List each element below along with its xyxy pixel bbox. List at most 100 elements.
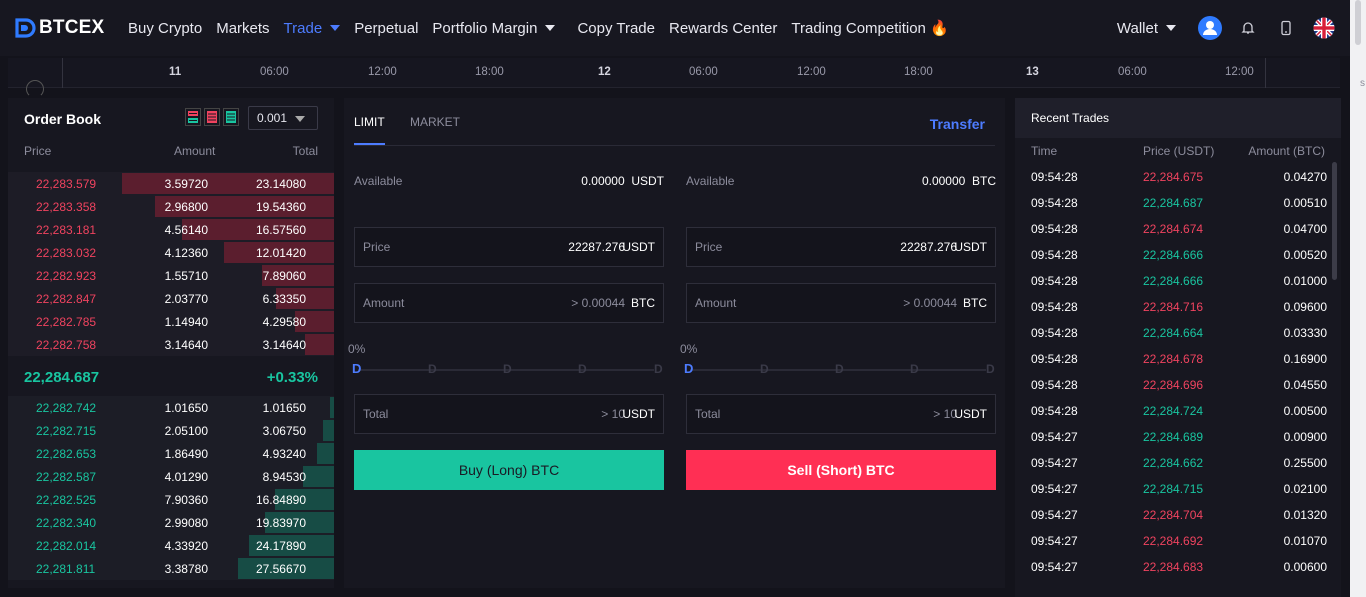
bid-row[interactable]: 22,281.811 3.38780 27.56670 — [8, 557, 334, 580]
trade-price: 22,284.696 — [1143, 378, 1204, 392]
ask-row[interactable]: 22,282.847 2.03770 6.33350 — [8, 287, 334, 310]
nav-item-markets[interactable]: Markets — [216, 20, 269, 37]
ask-row[interactable]: 22,282.785 1.14940 4.29580 — [8, 310, 334, 333]
bell-icon[interactable] — [1236, 16, 1260, 40]
amount-slider[interactable]: 0% D D D D D — [680, 342, 996, 378]
nav-item-buy-crypto[interactable]: Buy Crypto — [128, 20, 202, 37]
ask-row[interactable]: 22,282.923 1.55710 7.89060 — [8, 264, 334, 287]
bid-row[interactable]: 22,282.014 4.33920 24.17890 — [8, 534, 334, 557]
bid-row[interactable]: 22,282.742 1.01650 1.01650 — [8, 396, 334, 419]
trade-amount: 0.00520 — [1283, 248, 1327, 262]
bid-price: 22,282.014 — [36, 539, 97, 553]
bid-row[interactable]: 22,282.587 4.01290 8.94530 — [8, 465, 334, 488]
wallet-menu[interactable]: Wallet — [1117, 20, 1176, 37]
time-axis-day-label: 11 — [169, 66, 182, 78]
price-field[interactable]: Price 22287.276 USDT — [354, 227, 664, 267]
amount-field[interactable]: Amount > 0.00044 BTC — [354, 283, 664, 323]
avatar-icon[interactable] — [1198, 16, 1222, 40]
slider-step-100[interactable]: D — [986, 362, 996, 376]
trade-time: 09:54:27 — [1031, 456, 1078, 470]
amount-slider[interactable]: 0% D D D D D — [348, 342, 664, 378]
bid-total: 19.83970 — [255, 516, 306, 530]
bid-row[interactable]: 22,282.340 2.99080 19.83970 — [8, 511, 334, 534]
nav-item-trade[interactable]: Trade — [284, 20, 341, 37]
uk-flag-icon[interactable] — [1312, 16, 1336, 40]
slider-step-75[interactable]: D — [910, 362, 920, 376]
amount-placeholder: > 0.00044 — [571, 296, 625, 310]
price-field[interactable]: Price 22287.276 USDT — [686, 227, 996, 267]
total-field[interactable]: Total > 10 USDT — [686, 394, 996, 434]
trade-amount: 0.01070 — [1283, 534, 1327, 548]
ask-total: 23.14080 — [255, 177, 306, 191]
ask-amount: 1.55710 — [164, 269, 208, 283]
nav-item-portfolio-margin[interactable]: Portfolio Margin — [432, 20, 556, 37]
bid-amount: 2.99080 — [164, 516, 208, 530]
bid-total: 24.17890 — [255, 539, 306, 553]
slider-handle[interactable]: D — [684, 362, 694, 376]
bid-total: 1.01650 — [262, 401, 306, 415]
page-scrollbar[interactable] — [1350, 0, 1366, 597]
trade-row: 09:54:27 22,284.692 0.01070 — [1015, 528, 1331, 554]
order-book-title: Order Book — [24, 111, 102, 127]
amount-field[interactable]: Amount > 0.00044 BTC — [686, 283, 996, 323]
nav-item-copy-trade[interactable]: Copy Trade — [577, 20, 655, 37]
trade-time: 09:54:27 — [1031, 508, 1078, 522]
btcex-logo-icon — [14, 17, 36, 39]
nav-right: Wallet — [1117, 0, 1336, 56]
trade-price: 22,284.674 — [1143, 222, 1204, 236]
ask-row[interactable]: 22,283.579 3.59720 23.14080 — [8, 172, 334, 195]
precision-select[interactable]: 0.001 — [248, 106, 318, 130]
total-unit: USDT — [622, 407, 655, 421]
trade-price: 22,284.666 — [1143, 274, 1204, 288]
bid-amount: 1.01650 — [164, 401, 208, 415]
buy-long-button[interactable]: Buy (Long) BTC — [354, 450, 664, 490]
recent-trades-scrollbar[interactable] — [1332, 162, 1337, 280]
bid-row[interactable]: 22,282.525 7.90360 16.84890 — [8, 488, 334, 511]
trade-time: 09:54:28 — [1031, 248, 1078, 262]
page-scrollbar-thumb[interactable] — [1355, 0, 1361, 45]
nav-item-trading-competition[interactable]: Trading Competition 🔥 — [791, 19, 948, 37]
logo[interactable]: BTCEX — [14, 17, 114, 39]
slider-step-25[interactable]: D — [760, 362, 770, 376]
last-price-row: 22,284.687 +0.33% — [8, 356, 334, 400]
nav-item-perpetual[interactable]: Perpetual — [354, 20, 418, 37]
bid-price: 22,282.715 — [36, 424, 97, 438]
trade-panel: LIMIT MARKET Transfer Available 0.00000 … — [344, 98, 1005, 588]
bid-total: 3.06750 — [262, 424, 306, 438]
slider-step-50[interactable]: D — [503, 362, 513, 376]
recent-trades: Recent Trades Time Price (USDT) Amount (… — [1015, 98, 1341, 597]
mobile-icon[interactable] — [1274, 16, 1298, 40]
available-unit: BTC — [972, 174, 996, 188]
bid-row[interactable]: 22,282.715 2.05100 3.06750 — [8, 419, 334, 442]
total-field[interactable]: Total > 10 USDT — [354, 394, 664, 434]
bid-row[interactable]: 22,282.653 1.86490 4.93240 — [8, 442, 334, 465]
trade-time: 09:54:27 — [1031, 482, 1078, 496]
view-bids-icon[interactable] — [223, 108, 239, 126]
nav-item-label: Copy Trade — [577, 19, 655, 37]
sell-short-button[interactable]: Sell (Short) BTC — [686, 450, 996, 490]
trade-row: 09:54:28 22,284.716 0.09600 — [1015, 294, 1331, 320]
trade-amount: 0.00510 — [1283, 196, 1327, 210]
ask-row[interactable]: 22,283.358 2.96800 19.54360 — [8, 195, 334, 218]
slider-step-50[interactable]: D — [835, 362, 845, 376]
view-asks-icon[interactable] — [204, 108, 220, 126]
nav-item-rewards-center[interactable]: Rewards Center — [669, 20, 777, 37]
trade-amount: 0.04270 — [1283, 170, 1327, 184]
bid-amount: 7.90360 — [164, 493, 208, 507]
ask-row[interactable]: 22,282.758 3.14640 3.14640 — [8, 333, 334, 356]
slider-step-25[interactable]: D — [428, 362, 438, 376]
bid-amount: 4.33920 — [164, 539, 208, 553]
view-both-icon[interactable] — [185, 108, 201, 126]
divider — [1265, 58, 1266, 88]
slider-step-75[interactable]: D — [578, 362, 588, 376]
slider-step-100[interactable]: D — [654, 362, 664, 376]
available-value: 0.00000 — [921, 174, 966, 188]
bid-total: 27.56670 — [255, 562, 306, 576]
ask-row[interactable]: 22,283.032 4.12360 12.01420 — [8, 241, 334, 264]
last-price: 22,284.687 — [24, 369, 100, 386]
price-header: Price (USDT) — [1143, 144, 1215, 158]
slider-handle[interactable]: D — [352, 362, 362, 376]
ask-row[interactable]: 22,283.181 4.56140 16.57560 — [8, 218, 334, 241]
chart-tool-icon[interactable] — [26, 80, 44, 98]
ask-total: 12.01420 — [255, 246, 306, 260]
